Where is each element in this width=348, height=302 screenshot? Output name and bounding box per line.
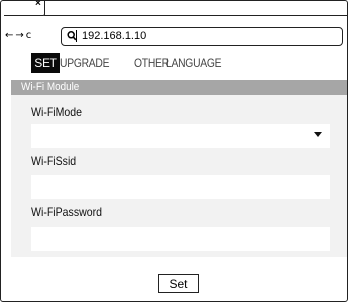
close-icon[interactable]: × [35, 1, 41, 10]
wifi-password-input[interactable] [31, 227, 330, 251]
menu-item-set[interactable]: SET [31, 53, 60, 73]
reload-icon[interactable]: c [26, 30, 32, 41]
module-title: Wi-Fi Module [21, 81, 80, 93]
forward-icon[interactable]: → [15, 30, 23, 41]
tab-divider [44, 15, 347, 16]
wifi-mode-label: Wi-FiMode [31, 105, 83, 119]
wifi-mode-select[interactable] [31, 124, 330, 148]
browser-window: × ← → c 192.168.1.10 SET UPGRADE OTHER LAN… [0, 0, 348, 302]
wifi-ssid-label: Wi-FiSsid [31, 154, 77, 168]
menu-item-language[interactable]: LANGUAGE [166, 53, 222, 73]
wifi-password-label: Wi-FiPassword [31, 205, 102, 219]
browser-tab[interactable]: × [4, 1, 45, 16]
set-button[interactable]: Set [158, 274, 199, 293]
back-icon[interactable]: ← [5, 30, 13, 41]
nav-buttons: ← → c [5, 30, 33, 42]
address-bar[interactable]: 192.168.1.10 [61, 27, 343, 46]
menu-item-other[interactable]: OTHER [134, 53, 169, 73]
search-icon [67, 30, 77, 42]
wifi-ssid-input[interactable] [31, 175, 330, 199]
address-text: 192.168.1.10 [82, 30, 147, 42]
chevron-down-icon[interactable] [314, 132, 322, 137]
menu-item-upgrade[interactable]: UPGRADE [60, 53, 109, 73]
